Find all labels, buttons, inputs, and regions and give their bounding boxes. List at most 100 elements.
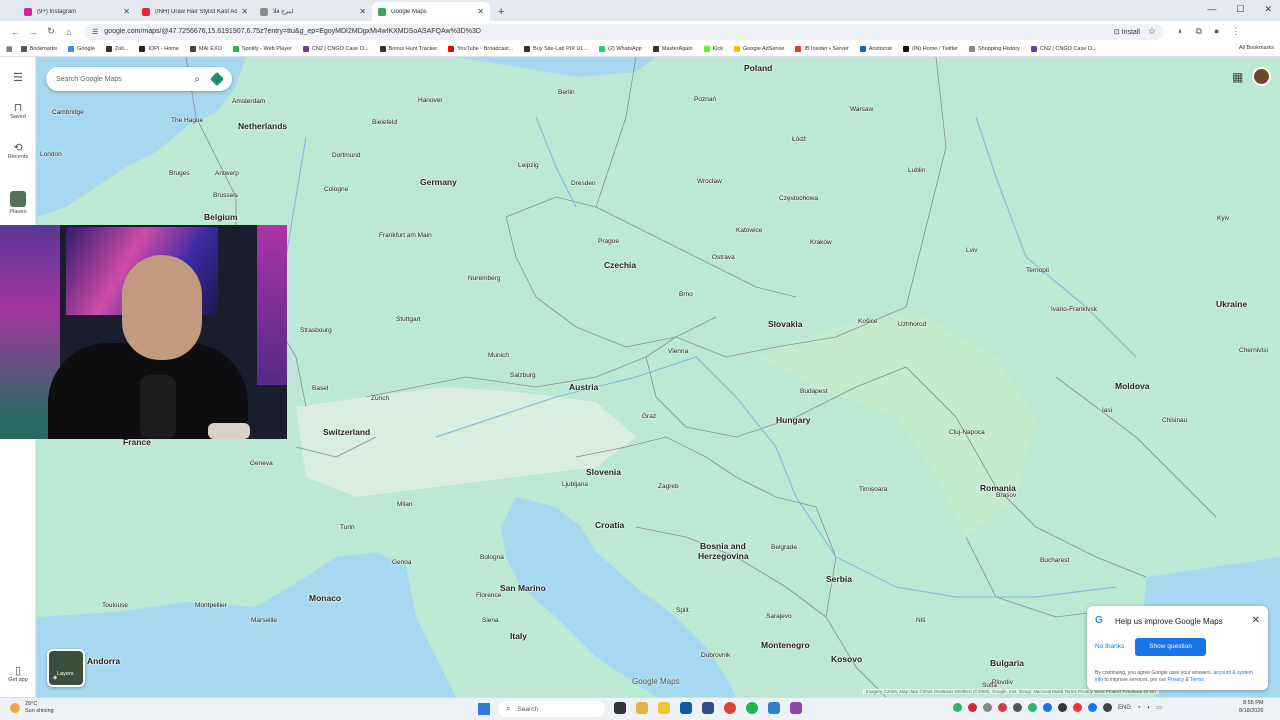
task-view-icon[interactable] (614, 702, 626, 714)
get-app-button[interactable]: ▯ Get app (0, 664, 36, 683)
city-label[interactable]: Dresden (571, 180, 596, 187)
city-label[interactable]: Nuremberg (468, 275, 501, 282)
city-label[interactable]: Milan (397, 501, 413, 508)
bookmark-item[interactable]: Kick (703, 46, 723, 52)
city-label[interactable]: Bruges (169, 170, 190, 177)
bookmark-item[interactable]: (IN) Home / Twitter (902, 46, 958, 52)
address-bar[interactable]: ☰ google.com/maps/@47.7256676,15.6191907… (84, 23, 1164, 40)
country-label[interactable]: San Marino (500, 583, 546, 593)
clock[interactable]: 8:55 PM 8/18/2026 (1239, 700, 1263, 715)
country-label[interactable]: Switzerland (323, 427, 370, 437)
country-label[interactable]: Germany (420, 177, 457, 187)
city-label[interactable]: Katowice (736, 227, 762, 234)
city-label[interactable]: Kraków (810, 239, 832, 246)
city-label[interactable]: London (40, 151, 62, 158)
bookmark-item[interactable]: Google AdSense (734, 46, 784, 52)
tab-close-icon[interactable]: ✕ (241, 7, 248, 16)
city-label[interactable]: Vienna (668, 348, 688, 355)
no-thanks-button[interactable]: No thanks (1095, 643, 1124, 650)
language-indicator[interactable]: ENG (1118, 705, 1131, 711)
city-label[interactable]: Split (676, 607, 689, 614)
tray-icon[interactable] (998, 703, 1007, 712)
country-label[interactable]: Monaco (309, 593, 341, 603)
store-icon[interactable] (702, 702, 714, 714)
city-label[interactable]: Chernivtsi (1239, 347, 1268, 354)
saved-button[interactable]: ⊓ Saved (0, 101, 36, 120)
chrome-icon[interactable] (724, 702, 736, 714)
tab-close-icon[interactable]: ✕ (477, 7, 484, 16)
bookmark-item[interactable]: Spotify - Web Player (232, 46, 292, 52)
reload-icon[interactable]: ↻ (42, 26, 60, 37)
city-label[interactable]: Prague (598, 238, 619, 245)
star-icon[interactable]: ☆ (1148, 26, 1156, 37)
city-label[interactable]: Ljubljana (562, 481, 588, 488)
tray-icon[interactable] (968, 703, 977, 712)
tray-icon[interactable] (1088, 703, 1097, 712)
city-label[interactable]: Sarajevo (766, 613, 792, 620)
search-box[interactable]: Search Google Maps ⌕ (46, 67, 232, 91)
search-icon[interactable]: ⌕ (194, 74, 200, 85)
city-label[interactable]: Uzhhorod (898, 321, 926, 328)
country-label[interactable]: Belgium (204, 212, 238, 222)
close-icon[interactable]: ✕ (1264, 4, 1272, 15)
install-button[interactable]: ⊡ Install (1114, 28, 1140, 36)
all-bookmarks-button[interactable]: All Bookmarks (1239, 45, 1274, 51)
city-label[interactable]: Poznań (694, 96, 716, 103)
account-avatar[interactable] (1252, 67, 1271, 86)
bookmark-item[interactable]: Buy Site-Lab PIX UL... (524, 46, 588, 52)
city-label[interactable]: Zagreb (658, 483, 679, 490)
maximize-icon[interactable]: ☐ (1236, 4, 1244, 15)
country-label[interactable]: Montenegro (761, 640, 810, 650)
tray-icon[interactable] (953, 703, 962, 712)
city-label[interactable]: Brussels (213, 192, 238, 199)
city-label[interactable]: Cluj-Napoca (949, 429, 985, 436)
city-label[interactable]: Florence (476, 592, 501, 599)
city-label[interactable]: Iasi (1102, 407, 1112, 414)
taskbar-search[interactable]: ⌕ Search (498, 701, 605, 717)
city-label[interactable]: Timișoara (859, 486, 887, 493)
search-input[interactable]: Search Google Maps (56, 76, 194, 83)
city-label[interactable]: Genoa (392, 559, 412, 566)
country-label[interactable]: Andorra (87, 656, 120, 666)
country-label[interactable]: Poland (744, 63, 772, 73)
country-label[interactable]: Ukraine (1216, 299, 1247, 309)
city-label[interactable]: Bucharest (1040, 557, 1069, 564)
country-label[interactable]: Slovakia (768, 319, 803, 329)
bookmark-item[interactable]: CN2 | CNGO Case O... (1030, 46, 1097, 52)
tray-icon[interactable] (1028, 703, 1037, 712)
city-label[interactable]: Dubrovnik (701, 652, 730, 659)
city-label[interactable]: Brașov (996, 492, 1016, 499)
city-label[interactable]: Hanover (418, 97, 443, 104)
city-label[interactable]: Strasbourg (300, 327, 332, 334)
file-explorer-icon[interactable] (658, 702, 670, 714)
city-label[interactable]: Stuttgart (396, 316, 421, 323)
bookmark-item[interactable]: IB Insider • Server (795, 46, 849, 52)
bookmark-item[interactable]: IOPI - Home (139, 46, 179, 52)
bookmark-item[interactable]: YouTube - Broadcast... (448, 46, 513, 52)
city-label[interactable]: Kyiv (1217, 215, 1229, 222)
wifi-icon[interactable]: ◔ (1137, 705, 1141, 711)
bookmark-item[interactable]: Bookmarks (20, 46, 57, 52)
weather-widget[interactable]: 29°C Sun shining (10, 701, 54, 715)
tray-icon[interactable] (1058, 703, 1067, 712)
country-label[interactable]: Kosovo (831, 654, 862, 664)
city-label[interactable]: Leipzig (518, 162, 539, 169)
city-label[interactable]: Bielefeld (372, 119, 397, 126)
city-label[interactable]: Antwerp (215, 170, 239, 177)
minimize-icon[interactable]: — (1207, 4, 1216, 15)
city-label[interactable]: Toulouse (102, 602, 128, 609)
directions-icon[interactable] (209, 71, 225, 87)
spotify-icon[interactable] (746, 702, 758, 714)
tab-0[interactable]: (9+) Instagram ✕ (18, 2, 136, 21)
city-label[interactable]: Turin (340, 524, 355, 531)
google-apps-icon[interactable]: ▦ (1232, 70, 1243, 84)
city-label[interactable]: Siena (482, 617, 499, 624)
city-label[interactable]: Lublin (908, 167, 925, 174)
city-label[interactable]: Salzburg (510, 372, 536, 379)
bookmark-item[interactable]: Aristocrat (859, 46, 892, 52)
country-label[interactable]: Hungary (776, 415, 810, 425)
country-label[interactable]: Austria (569, 382, 598, 392)
apps-grid-icon[interactable]: ▦ (6, 45, 13, 53)
copilot-icon[interactable] (636, 702, 648, 714)
city-label[interactable]: Wrocław (697, 178, 722, 185)
